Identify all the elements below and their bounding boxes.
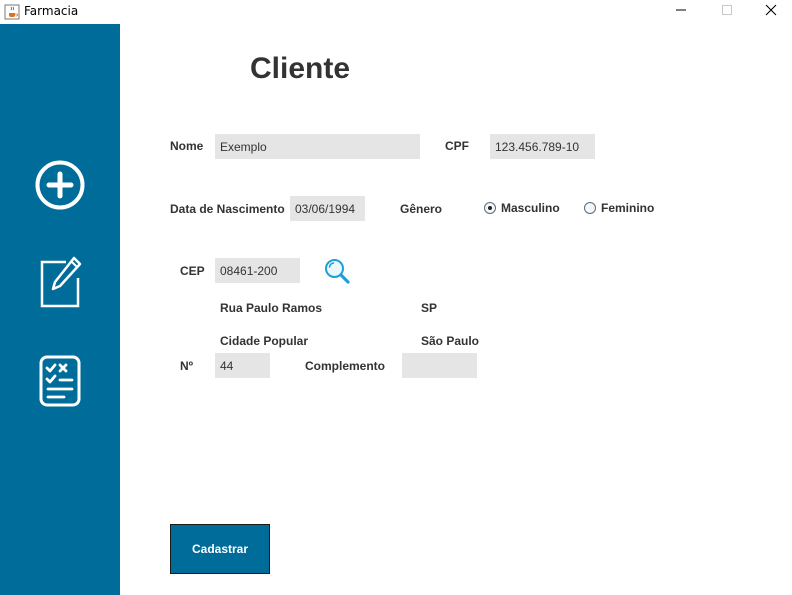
page-title: Cliente xyxy=(250,52,351,85)
close-icon xyxy=(765,3,777,21)
nascimento-label: Data de Nascimento xyxy=(170,202,285,216)
title-bar: Farmacia xyxy=(0,0,792,24)
bairro-text: Cidade Popular xyxy=(220,334,309,348)
search-icon xyxy=(323,259,351,289)
nome-label: Nome xyxy=(170,139,204,153)
genero-label: Gênero xyxy=(400,202,443,216)
uf-text: SP xyxy=(421,301,438,315)
java-coffee-icon xyxy=(4,4,20,20)
complemento-label: Complemento xyxy=(305,359,386,373)
nome-field[interactable]: Exemplo xyxy=(215,134,420,159)
sidebar-item-edit[interactable] xyxy=(34,256,86,313)
nascimento-field[interactable]: 03/06/1994 xyxy=(290,196,365,221)
radio-masculino-label: Masculino xyxy=(501,201,560,215)
maximize-icon xyxy=(721,3,733,21)
radio-unchecked-icon xyxy=(584,202,596,214)
radio-masculino[interactable]: Masculino xyxy=(484,201,560,215)
numero-label: Nº xyxy=(180,359,194,373)
cadastrar-button[interactable]: Cadastrar xyxy=(170,524,270,574)
cep-label: CEP xyxy=(180,264,205,278)
minimize-icon xyxy=(675,3,687,21)
radio-feminino-label: Feminino xyxy=(601,201,655,215)
radio-feminino[interactable]: Feminino xyxy=(584,201,654,215)
minimize-button[interactable] xyxy=(658,0,704,24)
complemento-field[interactable] xyxy=(402,353,477,378)
cep-search-button[interactable] xyxy=(323,257,351,285)
maximize-button[interactable] xyxy=(704,0,750,24)
sidebar-item-add[interactable] xyxy=(34,159,86,216)
radio-checked-icon xyxy=(484,202,496,214)
sidebar xyxy=(0,24,120,595)
checklist-icon xyxy=(34,355,86,412)
window-title: Farmacia xyxy=(24,4,79,18)
cpf-field[interactable]: 123.456.789-10 xyxy=(490,134,595,159)
sidebar-item-list[interactable] xyxy=(34,355,86,412)
numero-field[interactable]: 44 xyxy=(215,353,270,378)
rua-text: Rua Paulo Ramos xyxy=(220,301,323,315)
add-circle-icon xyxy=(34,159,86,216)
edit-document-icon xyxy=(34,256,86,313)
close-button[interactable] xyxy=(748,0,792,24)
app-window: Farmacia Cliente Nome Exemplo CPF 123.45… xyxy=(0,0,792,595)
cidade-text: São Paulo xyxy=(421,334,480,348)
cpf-label: CPF xyxy=(445,139,469,153)
cep-field[interactable]: 08461-200 xyxy=(215,258,300,283)
